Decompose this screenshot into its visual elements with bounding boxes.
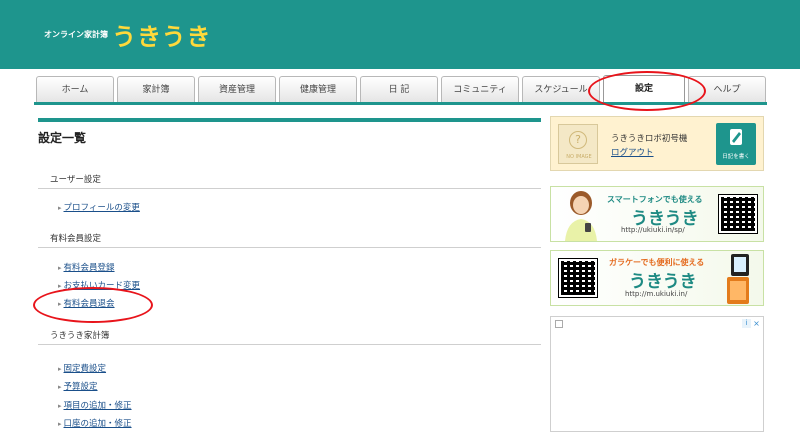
link-account-edit[interactable]: 口座の追加・修正 xyxy=(58,417,132,429)
no-image-icon: ? xyxy=(569,131,587,149)
link-budget-settings[interactable]: 予算設定 xyxy=(58,380,98,392)
section-heading-ukiuki-account: うきうき家計簿 xyxy=(50,331,110,341)
section-heading-paid-member: 有料会員設定 xyxy=(50,234,102,244)
tab-diary[interactable]: 日 記 xyxy=(360,76,438,103)
nav-underline xyxy=(34,102,767,105)
feature-phone-banner[interactable]: ガラケーでも便利に使える うきうき http://m.ukiuki.in/ xyxy=(550,250,764,306)
avatar: ? NO IMAGE xyxy=(558,124,598,164)
tab-home[interactable]: ホーム xyxy=(36,76,114,103)
tab-community[interactable]: コミュニティ xyxy=(441,76,519,103)
smartphone-ad-url: http://ukiuki.in/sp/ xyxy=(621,226,685,234)
link-category-edit[interactable]: 項目の追加・修正 xyxy=(58,399,132,411)
divider xyxy=(38,344,541,345)
divider xyxy=(38,188,541,189)
adchoices-icon[interactable]: i xyxy=(742,319,751,328)
tab-asset-management[interactable]: 資産管理 xyxy=(198,76,276,103)
tab-help[interactable]: ヘルプ xyxy=(688,76,766,103)
user-name: うきうきロボ初号機 xyxy=(611,134,688,144)
qr-code-icon xyxy=(558,258,598,298)
page-title: 設定一覧 xyxy=(38,131,87,145)
brand-logo[interactable]: うきうき xyxy=(112,17,212,52)
brand-subtitle: オンライン家計簿 xyxy=(44,30,108,39)
link-profile-change[interactable]: プロフィールの変更 xyxy=(58,201,140,213)
section-heading-user-settings: ユーザー設定 xyxy=(50,175,101,185)
write-diary-button[interactable]: 日記を書く xyxy=(716,123,756,165)
link-paid-member-cancel[interactable]: 有料会員退会 xyxy=(58,297,115,309)
feature-phone-ad-title: うきうき xyxy=(629,272,697,292)
flip-phone-illustration xyxy=(727,254,749,304)
pencil-icon xyxy=(730,129,742,145)
tab-schedule[interactable]: スケジュール xyxy=(522,76,600,103)
advertisement-slot: i × xyxy=(550,316,764,432)
feature-phone-ad-url: http://m.ukiuki.in/ xyxy=(625,290,688,298)
tab-settings[interactable]: 設定 xyxy=(603,75,685,104)
logout-link[interactable]: ログアウト xyxy=(611,146,654,158)
image-placeholder-icon xyxy=(555,320,563,328)
tab-household-account[interactable]: 家計簿 xyxy=(117,76,195,103)
write-diary-label: 日記を書く xyxy=(722,154,750,160)
panel-top-border xyxy=(38,118,541,122)
divider xyxy=(38,247,541,248)
no-image-label: NO IMAGE xyxy=(566,154,592,160)
smartphone-app-banner[interactable]: スマートフォンでも使える うきうき http://ukiuki.in/sp/ xyxy=(550,186,764,242)
link-fixed-cost-settings[interactable]: 固定費設定 xyxy=(58,362,107,374)
link-payment-card-change[interactable]: お支払いカード変更 xyxy=(58,279,141,291)
profile-card: ? NO IMAGE うきうきロボ初号機 ログアウト 日記を書く xyxy=(550,116,764,171)
ad-close-icon[interactable]: × xyxy=(752,319,761,328)
site-header: オンライン家計簿 うきうき xyxy=(0,0,800,69)
woman-with-phone-illustration xyxy=(565,191,597,241)
link-paid-member-register[interactable]: 有料会員登録 xyxy=(58,261,115,273)
tab-health-management[interactable]: 健康管理 xyxy=(279,76,357,103)
qr-code-icon xyxy=(718,194,758,234)
